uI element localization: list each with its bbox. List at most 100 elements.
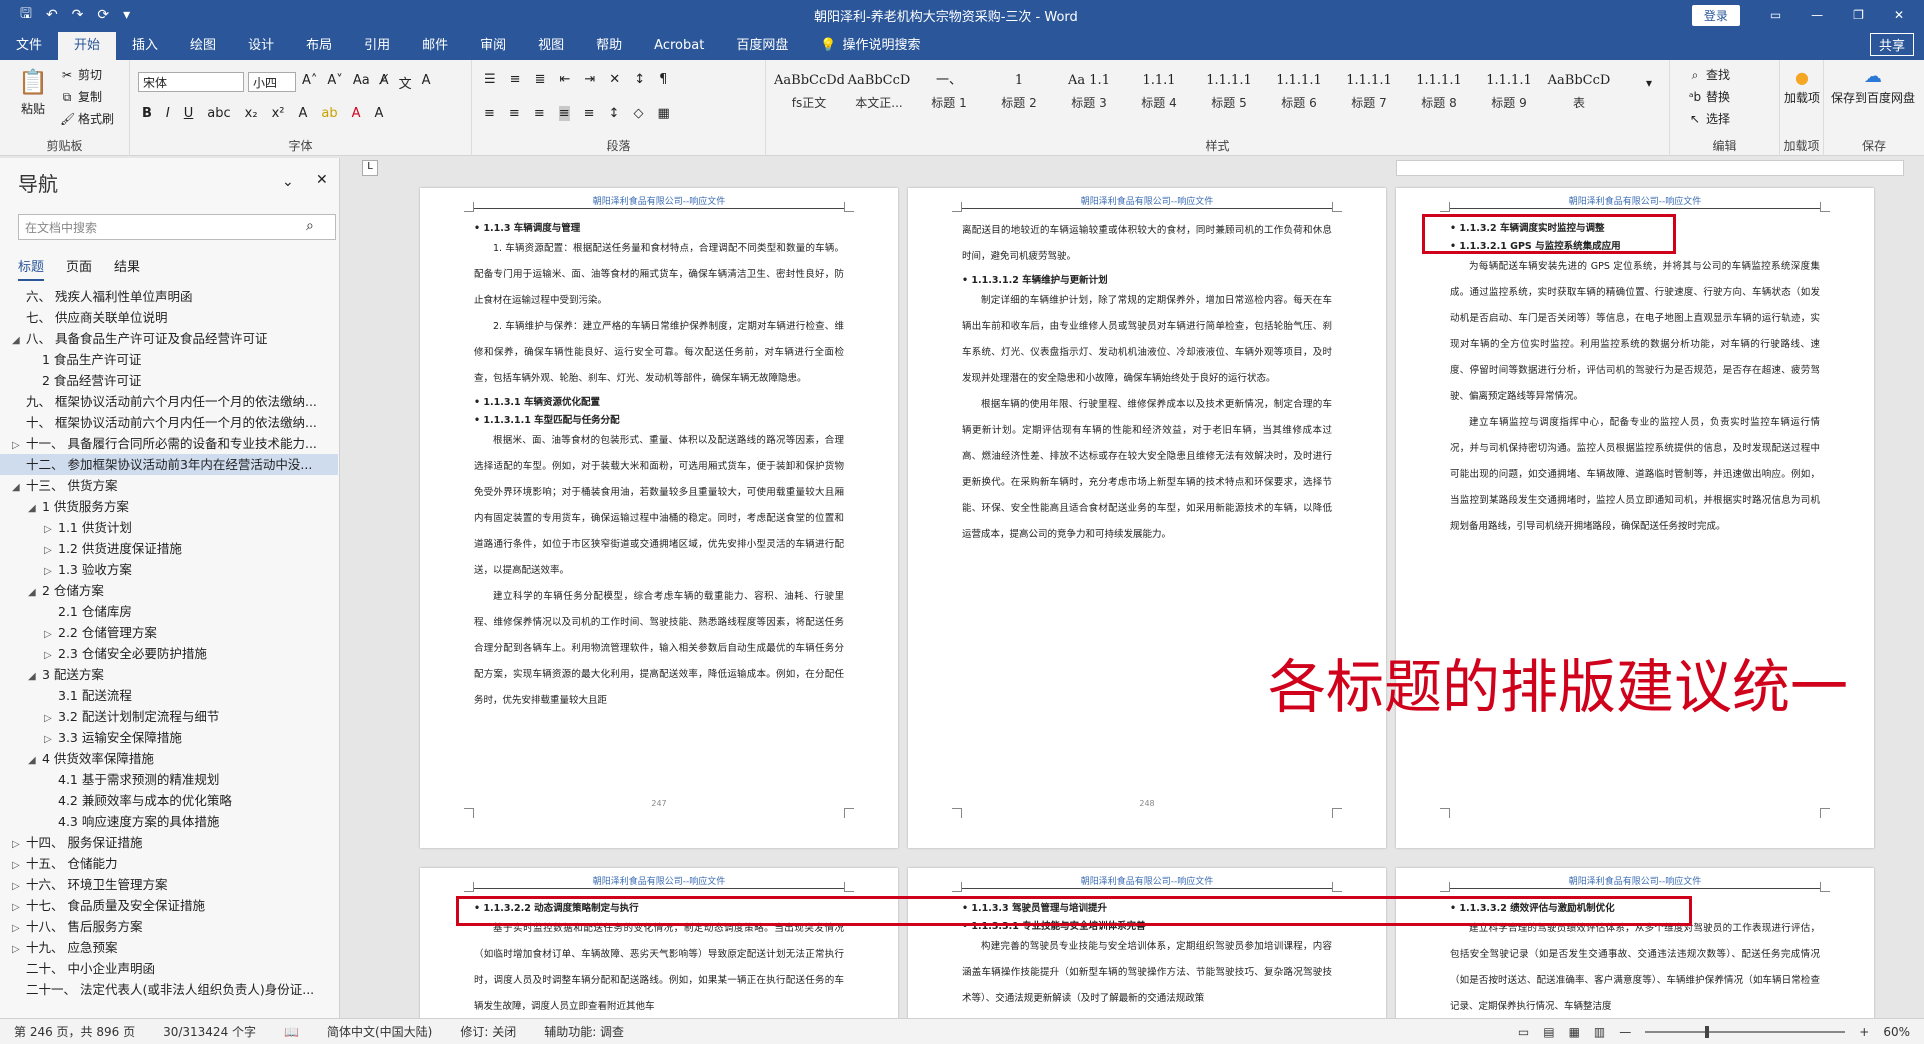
expand-toggle-icon[interactable]: ▷ bbox=[12, 939, 26, 958]
cut-button[interactable]: ✂ 剪切 bbox=[60, 66, 102, 83]
login-button[interactable]: 登录 bbox=[1691, 4, 1740, 26]
document-page[interactable]: 朝阳泽利食品有限公司--响应文件 • 1.1.3 车辆调度与管理 1. 车辆资源配置… bbox=[420, 188, 898, 848]
paragraph-text[interactable]: 建立车辆监控与调度指挥中心，配备专业的监控人员，负责实时监控车辆运行情况，并与司… bbox=[1450, 410, 1820, 540]
expand-toggle-icon[interactable]: ▷ bbox=[44, 729, 58, 748]
nav-heading-item[interactable]: 二十、 中小企业声明函 bbox=[0, 958, 338, 979]
paragraph-text[interactable]: 基于实时监控数据和配送任务的变化情况，制定动态调度策略。当出现突发情况（如临时增… bbox=[474, 916, 844, 1018]
multilevel-list-icon[interactable]: ≣ bbox=[535, 72, 546, 87]
style-item[interactable]: 1 标题 2 bbox=[984, 68, 1054, 118]
replace-button[interactable]: ᵃb 替换 bbox=[1688, 88, 1730, 105]
style-item[interactable]: 1.1.1.1 标题 8 bbox=[1404, 68, 1474, 118]
document-page[interactable]: 朝阳泽利食品有限公司--响应文件 • 1.1.3.2.2 动态调度策略制定与执行基… bbox=[420, 868, 898, 1018]
tell-me-search[interactable]: 💡 操作说明搜索 bbox=[804, 32, 936, 60]
style-item[interactable]: 1.1.1.1 标题 6 bbox=[1264, 68, 1334, 118]
select-button[interactable]: ↖ 选择 bbox=[1688, 110, 1730, 127]
tab-0[interactable]: 文件 bbox=[0, 32, 58, 60]
nav-search-input[interactable]: 在文档中搜索 bbox=[18, 214, 336, 240]
tab-5[interactable]: 布局 bbox=[290, 32, 348, 60]
nav-heading-item[interactable]: 2 食品经营许可证 bbox=[0, 370, 338, 391]
font-name-combo[interactable]: 宋体 bbox=[138, 72, 244, 92]
tab-9[interactable]: 视图 bbox=[522, 32, 580, 60]
bullets-icon[interactable]: ☰ bbox=[484, 72, 496, 87]
paragraph-text[interactable]: 制定详细的车辆维护计划，除了常规的定期保养外，增加日常巡检内容。每天在车辆出车前… bbox=[962, 288, 1332, 392]
style-item[interactable]: AaBbCcD 表 bbox=[1544, 68, 1614, 118]
nav-heading-item[interactable]: ▷ 十六、 环境卫生管理方案 bbox=[0, 874, 338, 895]
heading-text[interactable]: • 1.1.3.1.1 车型匹配与任务分配 bbox=[474, 414, 844, 428]
subscript-icon[interactable]: x₂ bbox=[245, 106, 258, 121]
expand-toggle-icon[interactable]: ▷ bbox=[44, 624, 58, 643]
nav-heading-item[interactable]: ▷ 十五、 仓储能力 bbox=[0, 853, 338, 874]
zoom-out-icon[interactable]: — bbox=[1619, 1025, 1631, 1039]
customize-icon[interactable]: ▾ bbox=[123, 7, 130, 23]
language[interactable]: 简体中文(中国大陆) bbox=[313, 1023, 446, 1040]
minimize-icon[interactable]: — bbox=[1811, 8, 1823, 22]
nav-close-icon[interactable]: ✕ bbox=[316, 172, 328, 188]
font-color-icon[interactable]: A bbox=[352, 106, 361, 121]
heading-text[interactable]: • 1.1.3.1.2 车辆维护与更新计划 bbox=[962, 274, 1332, 288]
nav-heading-item[interactable]: ▷ 3.2 配送计划制定流程与细节 bbox=[0, 706, 338, 727]
expand-toggle-icon[interactable]: ▷ bbox=[44, 561, 58, 580]
word-count[interactable]: 30/313424 个字 bbox=[149, 1023, 270, 1040]
nav-heading-item[interactable]: ▷ 十一、 具备履行合同所必需的设备和专业技术能力... bbox=[0, 433, 338, 454]
nav-heading-item[interactable]: ▷ 十八、 售后服务方案 bbox=[0, 916, 338, 937]
web-layout-icon[interactable]: ▥ bbox=[1594, 1025, 1605, 1039]
tab-12[interactable]: 百度网盘 bbox=[720, 32, 804, 60]
style-item[interactable]: AaBbCcD 本文正... bbox=[844, 68, 914, 118]
nav-tab-0[interactable]: 标题 bbox=[18, 256, 45, 281]
nav-heading-item[interactable]: 1 食品生产许可证 bbox=[0, 349, 338, 370]
paragraph-text[interactable]: 根据车辆的使用年限、行驶里程、维修保养成本以及技术更新情况，制定合理的车辆更新计… bbox=[962, 392, 1332, 548]
copy-button[interactable]: ⧉ 复制 bbox=[60, 88, 102, 105]
tab-2[interactable]: 插入 bbox=[116, 32, 174, 60]
nav-heading-item[interactable]: 2.1 仓储库房 bbox=[0, 601, 338, 622]
nav-heading-item[interactable]: 4.1 基于需求预测的精准规划 bbox=[0, 769, 338, 790]
expand-toggle-icon[interactable]: ◢ bbox=[12, 477, 26, 496]
tab-selector[interactable]: L bbox=[362, 160, 378, 176]
align-center-icon[interactable]: ≡ bbox=[509, 106, 520, 121]
grow-font-icon[interactable]: A˄ bbox=[302, 73, 317, 92]
page-count[interactable]: 第 246 页，共 896 页 bbox=[0, 1023, 149, 1040]
print-layout-icon[interactable]: ▦ bbox=[1569, 1025, 1580, 1039]
zoom-slider[interactable] bbox=[1645, 1025, 1846, 1038]
save-icon[interactable]: 🖫 bbox=[20, 3, 32, 27]
expand-toggle-icon[interactable]: ▷ bbox=[44, 645, 58, 664]
clear-format-icon[interactable]: A̸ bbox=[380, 73, 389, 92]
expand-toggle-icon[interactable]: ▷ bbox=[44, 519, 58, 538]
share-button[interactable]: 共享 bbox=[1869, 33, 1914, 56]
superscript-icon[interactable]: x² bbox=[272, 106, 285, 121]
justify-icon[interactable]: ≡ bbox=[558, 106, 570, 121]
style-item[interactable]: 1.1.1 标题 4 bbox=[1124, 68, 1194, 118]
style-item[interactable]: 1.1.1.1 标题 5 bbox=[1194, 68, 1264, 118]
format-painter-button[interactable]: 🖌 格式刷 bbox=[60, 110, 114, 127]
expand-toggle-icon[interactable]: ▷ bbox=[44, 540, 58, 559]
italic-icon[interactable]: I bbox=[166, 106, 170, 121]
nav-heading-item[interactable]: ▷ 十七、 食品质量及安全保证措施 bbox=[0, 895, 338, 916]
paragraph-text[interactable]: 1. 车辆资源配置：根据配送任务量和食材特点，合理调配不同类型和数量的车辆。配备… bbox=[474, 236, 844, 314]
expand-toggle-icon[interactable]: ◢ bbox=[28, 582, 42, 601]
expand-toggle-icon[interactable]: ▷ bbox=[44, 708, 58, 727]
style-item[interactable]: AaBbCcDdI fs正文 bbox=[774, 68, 844, 118]
increase-indent-icon[interactable]: ⇥ bbox=[584, 72, 595, 87]
paragraph-text[interactable]: 离配送目的地较近的车辆运输较重或体积较大的食材，同时兼顾司机的工作负荷和休息时间… bbox=[962, 218, 1332, 270]
nav-heading-item[interactable]: ▷ 1.1 供货计划 bbox=[0, 517, 338, 538]
expand-toggle-icon[interactable]: ▷ bbox=[12, 876, 26, 895]
line-spacing-icon[interactable]: ↕ bbox=[609, 106, 620, 121]
nav-heading-item[interactable]: 4.2 兼顾效率与成本的优化策略 bbox=[0, 790, 338, 811]
nav-heading-item[interactable]: 4.3 响应速度方案的具体措施 bbox=[0, 811, 338, 832]
heading-text[interactable]: • 1.1.3 车辆调度与管理 bbox=[474, 222, 844, 236]
char-border-icon[interactable]: A bbox=[422, 73, 431, 92]
tab-10[interactable]: 帮助 bbox=[580, 32, 638, 60]
nav-heading-item[interactable]: ◢ 1 供货服务方案 bbox=[0, 496, 338, 517]
borders-icon[interactable]: ▦ bbox=[657, 106, 669, 121]
nav-heading-item[interactable]: ▷ 1.3 验收方案 bbox=[0, 559, 338, 580]
document-page[interactable]: 朝阳泽利食品有限公司--响应文件 • 1.1.3.2 车辆调度实时监控与调整 • 1… bbox=[1396, 188, 1874, 848]
distributed-icon[interactable]: ≡ bbox=[584, 106, 595, 121]
paragraph-text[interactable]: 为每辆配送车辆安装先进的 GPS 定位系统，并将其与公司的车辆监控系统深度集成。… bbox=[1450, 254, 1820, 410]
page-body[interactable]: • 1.1.3.2 车辆调度实时监控与调整 • 1.1.3.2.1 GPS 与监控… bbox=[1450, 218, 1820, 540]
document-page[interactable]: 朝阳泽利食品有限公司--响应文件 • 1.1.3.3 驾驶员管理与培训提升 • 1.… bbox=[908, 868, 1386, 1018]
autosave-icon[interactable]: ⟳ bbox=[97, 7, 109, 23]
nav-heading-item[interactable]: ◢ 4 供货效率保障措施 bbox=[0, 748, 338, 769]
nav-heading-item[interactable]: ◢ 十三、 供货方案 bbox=[0, 475, 338, 496]
strikethrough-icon[interactable]: abc bbox=[207, 106, 230, 121]
nav-heading-item[interactable]: 二十一、 法定代表人(或非法人组织负责人)身份证... bbox=[0, 979, 338, 1000]
font-size-combo[interactable]: 小四 bbox=[248, 72, 296, 92]
